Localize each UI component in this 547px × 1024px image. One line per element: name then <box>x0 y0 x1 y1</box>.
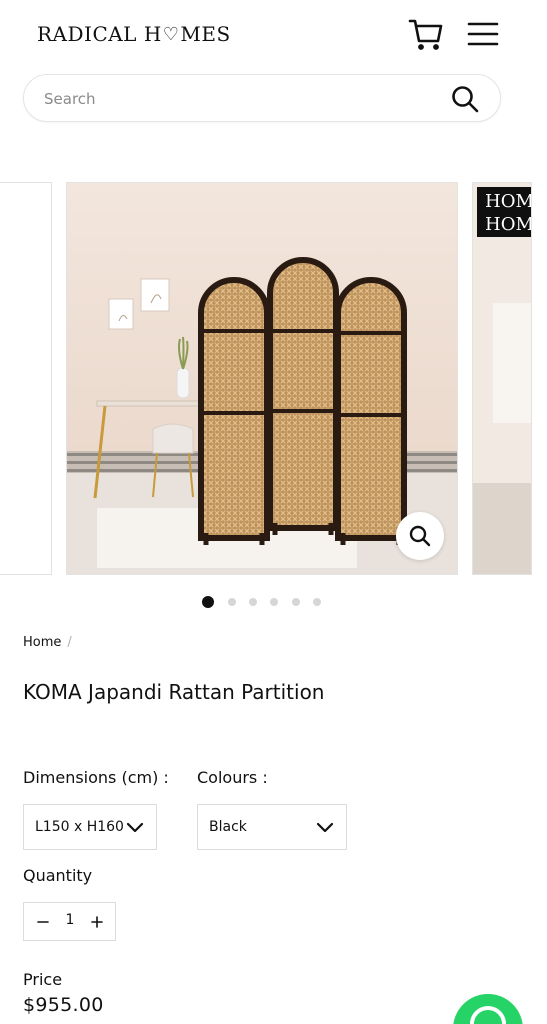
cart-button[interactable] <box>408 16 444 52</box>
product-image-carousel[interactable]: HOM HOM <box>0 182 547 575</box>
quantity-stepper: 1 <box>23 902 116 941</box>
cart-icon <box>408 19 443 50</box>
quantity-input[interactable]: 1 <box>62 912 78 928</box>
dimensions-select[interactable]: L150 x H160 <box>23 804 157 850</box>
quantity-increase-button[interactable] <box>86 911 108 933</box>
chevron-down-icon <box>316 822 334 833</box>
pagination-dot[interactable] <box>270 598 279 606</box>
dimensions-label: Dimensions (cm) : <box>23 768 169 787</box>
logo-text-left: RADICAL H <box>37 22 162 46</box>
breadcrumb-home-link[interactable]: Home <box>23 635 61 650</box>
breadcrumb-separator: / <box>67 635 72 650</box>
pagination-dot-active[interactable] <box>202 596 214 608</box>
pagination-dot[interactable] <box>249 598 258 606</box>
breadcrumb: Home / <box>23 635 72 650</box>
next-slide-image <box>473 183 531 574</box>
menu-button[interactable] <box>466 18 500 50</box>
previous-slide-image <box>0 183 51 574</box>
next-slide-badge: HOM HOM <box>477 187 532 237</box>
zoom-icon <box>409 525 431 547</box>
search-button[interactable] <box>450 84 480 114</box>
whatsapp-icon <box>470 1006 506 1024</box>
colours-selected-value: Black <box>209 819 247 835</box>
product-price: $955.00 <box>23 994 104 1016</box>
site-header: RADICAL H♡MES <box>0 0 547 68</box>
price-label: Price <box>23 970 63 989</box>
hamburger-menu-icon <box>467 22 499 46</box>
product-title: KOMA Japandi Rattan Partition <box>23 680 325 704</box>
badge-line-2: HOM <box>485 214 532 235</box>
dimensions-selected-value: L150 x H160 <box>35 819 124 835</box>
active-slide[interactable] <box>66 182 458 575</box>
pagination-dot[interactable] <box>291 598 300 606</box>
search-input[interactable] <box>44 86 424 112</box>
badge-line-1: HOM <box>485 191 532 212</box>
colours-select[interactable]: Black <box>197 804 347 850</box>
pagination-dot[interactable] <box>228 598 236 606</box>
previous-slide[interactable] <box>0 182 52 575</box>
site-logo[interactable]: RADICAL H♡MES <box>37 22 231 46</box>
carousel-pagination <box>202 596 332 608</box>
minus-icon <box>37 921 49 923</box>
zoom-button[interactable] <box>396 512 444 560</box>
quantity-label: Quantity <box>23 866 93 885</box>
pagination-dot[interactable] <box>312 598 321 606</box>
logo-text-right: MES <box>180 22 231 46</box>
search-icon <box>452 86 479 113</box>
colours-label: Colours : <box>197 768 268 787</box>
chevron-down-icon <box>126 822 144 833</box>
product-image <box>67 183 457 574</box>
plus-icon <box>91 916 103 928</box>
whatsapp-chat-button[interactable] <box>453 994 523 1024</box>
search-bar <box>23 74 501 122</box>
logo-heart: ♡ <box>162 24 180 45</box>
quantity-decrease-button[interactable] <box>32 911 54 933</box>
next-slide[interactable]: HOM HOM <box>472 182 532 575</box>
